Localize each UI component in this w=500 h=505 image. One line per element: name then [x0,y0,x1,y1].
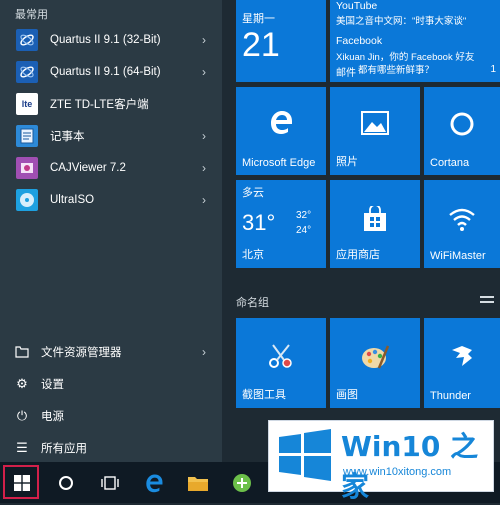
file-explorer-taskbar-button[interactable] [176,462,220,503]
power-label: 电源 [41,411,64,423]
group-handle-icon[interactable] [480,296,494,304]
live-tile-news[interactable]: YouTube 美国之音中文网："时事大家谈" Facebook Xikuan … [330,0,500,82]
file-explorer-label: 文件资源管理器 [41,347,122,359]
thunder-icon [452,346,472,366]
cortana-icon [450,112,474,136]
weather-city: 北京 [242,249,264,261]
cortana-search-icon [59,475,73,490]
notepad-icon [16,125,38,147]
paint-name: 画图 [336,389,358,401]
chevron-right-icon[interactable]: › [202,33,206,47]
edge-icon [271,111,292,134]
chevron-right-icon[interactable]: › [202,345,206,359]
folder-icon [188,476,208,491]
weather-condition: 多云 [242,187,264,199]
chevron-right-icon[interactable]: › [202,129,206,143]
weather-high: 32° [296,210,312,221]
wifimaster-name: WiFiMaster [430,250,486,262]
start-button-highlight [3,465,39,499]
cortana-tile[interactable]: Cortana [424,87,500,175]
app-item-zte-lte[interactable]: lte ZTE TD-LTE客户端 [0,88,222,120]
paint-tile[interactable]: 画图 [330,318,420,408]
wifimaster-tile[interactable]: WiFiMaster [424,180,500,268]
photos-tile[interactable]: 照片 [330,87,420,175]
wifi-icon [449,208,475,231]
windows-logo-icon [279,429,331,481]
store-icon [364,206,386,231]
settings-button[interactable]: ⚙ 设置 [0,369,222,399]
photos-icon [361,111,389,135]
power-icon: ⏻ [16,408,28,423]
app-item-quartus-32[interactable]: Quartus II 9.1 (32-Bit) › [0,24,222,56]
settings-label: 设置 [41,379,64,391]
calendar-weekday: 星期一 [242,13,275,25]
facebook-text-1: Xikuan Jin，你的 Facebook 好友 [336,52,475,63]
app-label: CAJViewer 7.2 [50,162,126,174]
photos-name: 照片 [336,156,358,168]
app-label: UltraISO [50,194,95,206]
youtube-title: YouTube [336,0,378,12]
list-icon: ☰ [16,440,28,455]
edge-icon [146,474,163,492]
power-button[interactable]: ⏻ 电源 [0,401,222,431]
app-item-ultraiso[interactable]: UltraISO › [0,184,222,216]
store-tile[interactable]: 应用商店 [330,180,420,268]
chevron-right-icon[interactable]: › [202,161,206,175]
site-watermark: Win10 之家 www.win10xitong.com [268,420,494,503]
tile-group-name[interactable]: 命名组 [236,294,269,310]
app-label: Quartus II 9.1 (64-Bit) [50,66,161,78]
mail-name: 邮件 [336,68,356,79]
snipping-tool-tile[interactable]: 截图工具 [236,318,326,408]
folder-icon [15,345,29,359]
app-label: 记事本 [50,131,85,143]
quartus-icon [16,29,38,51]
calendar-day: 21 [242,26,280,64]
weather-temp: 31° [242,210,276,235]
thunder-tile[interactable]: Thunder [424,318,500,408]
lte-icon: lte [16,93,38,115]
start-menu-app-list: 最常用 Quartus II 9.1 (32-Bit) › Quartus II… [0,0,222,462]
task-view-icon [101,475,119,490]
weather-tile[interactable]: 多云 31° 32° 24° 北京 [236,180,326,268]
store-name: 应用商店 [336,249,380,261]
cortana-name: Cortana [430,157,470,169]
chevron-right-icon[interactable]: › [202,193,206,207]
edge-taskbar-button[interactable] [132,462,176,503]
edge-tile[interactable]: Microsoft Edge [236,87,326,175]
app-label: Quartus II 9.1 (32-Bit) [50,34,161,46]
watermark-url: www.win10xitong.com [343,466,452,478]
app-item-cajviewer[interactable]: CAJViewer 7.2 › [0,152,222,184]
search-button[interactable] [44,462,88,503]
palette-icon [362,345,389,369]
weather-low: 24° [296,225,312,236]
app-item-quartus-64[interactable]: Quartus II 9.1 (64-Bit) › [0,56,222,88]
facebook-title: Facebook [336,35,383,47]
youtube-text: 美国之音中文网："时事大家谈" [336,16,467,27]
calendar-tile[interactable]: 星期一 21 [236,0,326,82]
facebook-text-2: 都有哪些新鲜事？ [358,65,435,76]
mail-count: 1 [490,64,496,75]
all-apps-button[interactable]: ☰ 所有应用 [0,433,222,463]
start-button[interactable] [0,462,44,503]
green-app-icon [233,473,251,492]
watermark-title: Win10 之家 [341,430,479,503]
scissors-icon [269,344,292,368]
chevron-right-icon[interactable]: › [202,65,206,79]
thunder-name: Thunder [430,390,471,402]
app-label: ZTE TD-LTE客户端 [50,99,149,111]
task-view-button[interactable] [88,462,132,503]
edge-name: Microsoft Edge [242,157,316,169]
snipping-name: 截图工具 [242,389,286,401]
app-taskbar-button[interactable] [220,462,264,503]
file-explorer-button[interactable]: 文件资源管理器 › [0,337,222,367]
gear-icon: ⚙ [16,376,28,391]
start-menu-tiles: 星期一 21 YouTube 美国之音中文网："时事大家谈" Facebook … [222,0,500,462]
all-apps-label: 所有应用 [41,443,87,455]
ultraiso-icon [16,189,38,211]
quartus-icon [16,61,38,83]
app-item-notepad[interactable]: 记事本 › [0,120,222,152]
cajviewer-icon [16,157,38,179]
most-used-label: 最常用 [15,9,48,21]
